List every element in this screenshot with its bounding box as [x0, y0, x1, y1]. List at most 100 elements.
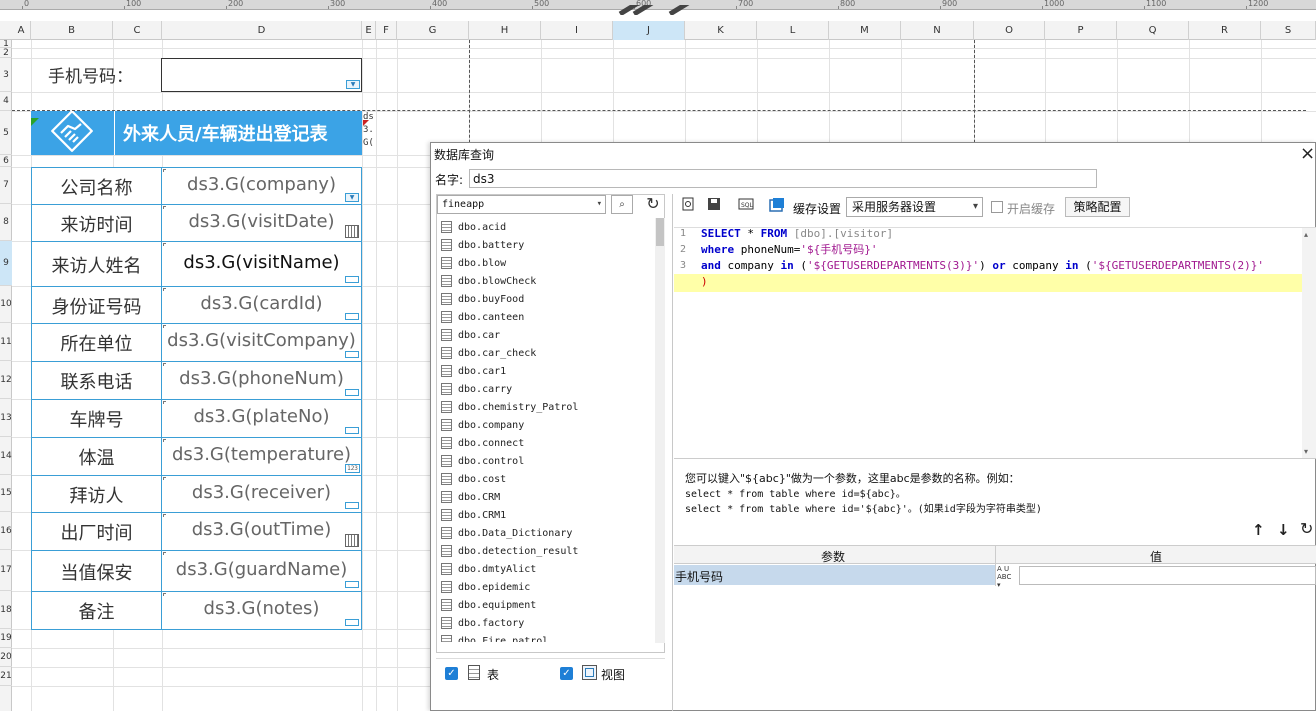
calendar-icon[interactable] [345, 225, 359, 238]
number-widget-icon[interactable]: 123 [345, 464, 360, 473]
refresh-icon[interactable]: ↻ [642, 193, 664, 215]
search-table-icon[interactable]: ⌕ [611, 195, 633, 214]
row-header-19[interactable]: 19 [0, 629, 12, 648]
dropdown-arrow-icon[interactable]: ▼ [346, 80, 360, 89]
move-up-icon[interactable]: ↑ [1252, 521, 1265, 539]
table-list-item[interactable]: dbo.connect [440, 435, 655, 453]
table-list-item[interactable]: dbo.blow [440, 255, 655, 273]
column-header-m[interactable]: M [829, 21, 901, 40]
column-header-s[interactable]: S [1261, 21, 1316, 40]
column-header-o[interactable]: O [974, 21, 1045, 40]
row-header-18[interactable]: 18 [0, 591, 12, 629]
table-list-item[interactable]: dbo.equipment [440, 597, 655, 615]
column-header-i[interactable]: I [541, 21, 613, 40]
column-header-d[interactable]: D [162, 21, 362, 40]
table-list-item[interactable]: dbo.company [440, 417, 655, 435]
scrollbar-thumb[interactable] [656, 218, 664, 246]
param-value-input[interactable] [1019, 566, 1316, 585]
row-header-10[interactable]: 10 [0, 286, 12, 323]
table-list-item[interactable]: dbo.buyFood [440, 291, 655, 309]
row-header-20[interactable]: 20 [0, 648, 12, 667]
table-list-item[interactable]: dbo.CRM1 [440, 507, 655, 525]
name-input[interactable] [469, 169, 1097, 188]
sql-editor-scrollbar[interactable]: ▴ ▾ [1302, 228, 1316, 458]
row-header-17[interactable]: 17 [0, 550, 12, 591]
dropdown-arrow-icon[interactable]: ▼ [345, 193, 359, 202]
refresh-params-icon[interactable]: ↻ [1300, 519, 1313, 538]
row-header-4[interactable]: 4 [0, 92, 12, 111]
table-list-item[interactable]: dbo.factory [440, 615, 655, 633]
text-widget-icon[interactable] [345, 619, 359, 626]
text-widget-icon[interactable] [345, 427, 359, 434]
column-header-j[interactable]: J [613, 21, 685, 40]
text-widget-icon[interactable] [345, 276, 359, 283]
row-header-13[interactable]: 13 [0, 399, 12, 437]
table-list-scrollbar[interactable] [655, 218, 665, 643]
scroll-up-icon[interactable]: ▴ [1304, 230, 1308, 239]
column-header-h[interactable]: H [469, 21, 541, 40]
table-list-item[interactable]: dbo.chemistry_Patrol [440, 399, 655, 417]
strategy-config-button[interactable]: 策略配置 [1065, 197, 1130, 217]
phone-input-cell[interactable]: ▼ [161, 58, 362, 92]
table-list-item[interactable]: dbo.detection_result [440, 543, 655, 561]
column-header-q[interactable]: Q [1117, 21, 1189, 40]
row-header-6[interactable]: 6 [0, 155, 12, 167]
row-header-1[interactable]: 1 [0, 40, 12, 48]
close-icon[interactable]: × [1300, 143, 1315, 164]
table-list-item[interactable]: dbo.battery [440, 237, 655, 255]
column-header-a[interactable]: A [12, 21, 31, 40]
table-list-item[interactable]: dbo.acid [440, 219, 655, 237]
row-header-7[interactable]: 7 [0, 167, 12, 204]
text-widget-icon[interactable] [345, 581, 359, 588]
row-header-2[interactable]: 2 [0, 48, 12, 58]
table-list-item[interactable]: dbo.control [440, 453, 655, 471]
column-header-n[interactable]: N [901, 21, 974, 40]
text-widget-icon[interactable] [345, 351, 359, 358]
table-list-item[interactable]: dbo.cost [440, 471, 655, 489]
table-list-item[interactable]: dbo.blowCheck [440, 273, 655, 291]
column-header-f[interactable]: F [376, 21, 397, 40]
row-header-9[interactable]: 9 [0, 241, 12, 286]
row-header-3[interactable]: 3 [0, 58, 12, 92]
calendar-icon[interactable] [345, 534, 359, 547]
connection-select[interactable]: fineapp ▾ [437, 195, 606, 214]
table-list-item[interactable]: dbo.Fire_patrol [440, 633, 655, 642]
table-list-item[interactable]: dbo.carry [440, 381, 655, 399]
table-list-item[interactable]: dbo.dmtyAlict [440, 561, 655, 579]
row-header-14[interactable]: 14 [0, 437, 12, 475]
column-header-k[interactable]: K [685, 21, 757, 40]
scroll-down-icon[interactable]: ▾ [1304, 447, 1308, 456]
row-header-5[interactable]: 5 [0, 111, 12, 155]
column-header-c[interactable]: C [113, 21, 162, 40]
column-header-l[interactable]: L [757, 21, 829, 40]
view-checkbox[interactable]: ✓ [560, 667, 573, 680]
save-icon[interactable] [704, 196, 724, 216]
table-list-item[interactable]: dbo.epidemic [440, 579, 655, 597]
table-checkbox[interactable]: ✓ [445, 667, 458, 680]
table-list-item[interactable]: dbo.car_check [440, 345, 655, 363]
row-header-12[interactable]: 12 [0, 361, 12, 399]
preview-icon[interactable] [678, 196, 698, 216]
enable-cache-checkbox[interactable] [991, 201, 1003, 213]
text-widget-icon[interactable] [345, 313, 359, 320]
column-header-p[interactable]: P [1045, 21, 1117, 40]
cache-option-select[interactable]: 采用服务器设置 ▾ [846, 197, 983, 217]
row-header-21[interactable]: 21 [0, 667, 12, 686]
sql-format-icon[interactable]: SQL [736, 196, 756, 216]
table-list-item[interactable]: dbo.car [440, 327, 655, 345]
table-list-item[interactable]: dbo.CRM [440, 489, 655, 507]
row-header-15[interactable]: 15 [0, 475, 12, 512]
table-list-item[interactable]: dbo.Data_Dictionary [440, 525, 655, 543]
move-down-icon[interactable]: ↓ [1277, 521, 1290, 539]
column-header-b[interactable]: B [31, 21, 113, 40]
row-header-16[interactable]: 16 [0, 512, 12, 550]
param-type-icon[interactable]: A U ABC ▾ [997, 565, 1017, 589]
table-list-item[interactable]: dbo.canteen [440, 309, 655, 327]
text-widget-icon[interactable] [345, 389, 359, 396]
text-widget-icon[interactable] [345, 502, 359, 509]
row-header-8[interactable]: 8 [0, 204, 12, 241]
row-header-11[interactable]: 11 [0, 323, 12, 361]
column-header-g[interactable]: G [397, 21, 469, 40]
column-header-r[interactable]: R [1189, 21, 1261, 40]
table-list-item[interactable]: dbo.car1 [440, 363, 655, 381]
